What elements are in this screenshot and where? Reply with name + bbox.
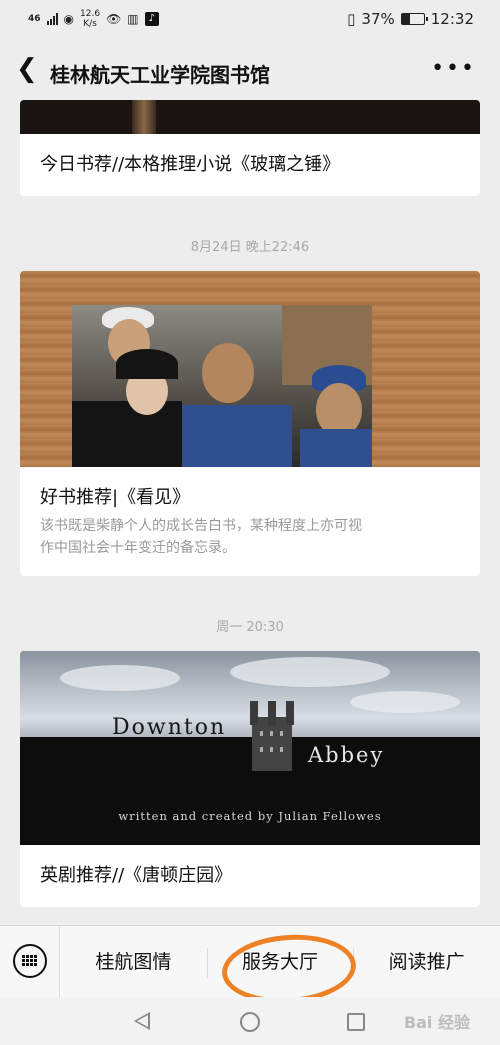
article-title: 今日书荐//本格推理小说《玻璃之锤》 xyxy=(40,154,341,175)
battery-percent: 37% xyxy=(361,10,395,28)
network-type: 46 xyxy=(28,13,41,24)
article-card-kanjian[interactable]: 好书推荐|《看见》 该书既是柴静个人的成长告白书，某种程度上亦可视 作中国社会十… xyxy=(20,271,480,576)
article-title: 好书推荐|《看见》 xyxy=(40,487,191,508)
menu-item-guihang-tuqing[interactable]: 桂航图情 xyxy=(60,926,207,998)
status-left: 46 ◉ 12.6 K/s 👁 ▥ ♪ xyxy=(28,9,159,29)
eye-icon: 👁 xyxy=(106,12,122,26)
battery-fill xyxy=(401,14,410,24)
nav-home-icon[interactable] xyxy=(240,1012,260,1032)
menu-item-reading-promotion[interactable]: 阅读推广 xyxy=(353,926,500,998)
clock: 12:32 xyxy=(430,10,474,28)
article-cover-image xyxy=(20,100,480,134)
timestamp: 8月24日 晚上22:46 xyxy=(190,240,310,255)
timestamp: 周一 20:30 xyxy=(216,620,284,635)
tiktok-icon: ♪ xyxy=(144,12,159,26)
page-title: 桂林航天工业学院图书馆 xyxy=(50,63,270,87)
article-card-downton-abbey[interactable]: Downton Abbey written and created by Jul… xyxy=(20,651,480,907)
keyboard-icon xyxy=(13,943,47,978)
back-icon[interactable]: ❮ xyxy=(16,56,38,82)
article-summary-line-1: 该书既是柴静个人的成长告白书，某种程度上亦可视 xyxy=(40,518,362,534)
watermark: Bai 经验 xyxy=(403,1013,470,1032)
cover-title-word-1: Downton xyxy=(112,715,227,740)
signal-icon xyxy=(46,13,58,25)
vibrate-icon: ▯ xyxy=(347,10,356,28)
books-icon: ▥ xyxy=(127,12,139,26)
book-photo xyxy=(72,305,372,467)
cover-title-word-2: Abbey xyxy=(308,743,385,767)
battery-icon xyxy=(400,13,428,25)
keyboard-toggle-button[interactable] xyxy=(0,925,60,998)
chat-header: ❮ 桂林航天工业学院图书馆 ••• xyxy=(0,42,500,100)
wifi-icon: ◉ xyxy=(63,12,75,26)
article-cover-image xyxy=(20,271,480,467)
speed-value: 12.6 xyxy=(80,9,101,19)
castle-icon xyxy=(246,701,298,771)
article-summary-line-2: 作中国社会十年变迁的备忘录。 xyxy=(40,540,236,556)
menu-item-service-hall[interactable]: 服务大厅 xyxy=(206,926,354,998)
system-nav-bar: Bai 经验 xyxy=(0,997,500,1045)
status-bar: 46 ◉ 12.6 K/s 👁 ▥ ♪ ▯ 37% 12:32 xyxy=(0,0,500,42)
network-speed: 12.6 K/s xyxy=(80,9,100,29)
bottom-menu: 桂航图情 服务大厅 阅读推广 xyxy=(0,925,500,998)
article-cover-image: Downton Abbey written and created by Jul… xyxy=(20,651,480,845)
status-right: ▯ 37% 12:32 xyxy=(347,10,474,28)
article-title: 英剧推荐//《唐顿庄园》 xyxy=(40,865,233,886)
article-card-glass-hammer[interactable]: 今日书荐//本格推理小说《玻璃之锤》 xyxy=(20,100,480,196)
message-feed[interactable]: 今日书荐//本格推理小说《玻璃之锤》 8月24日 晚上22:46 好书推荐|《看… xyxy=(0,100,500,925)
speed-unit: K/s xyxy=(83,19,97,29)
cover-credit: written and created by Julian Fellowes xyxy=(118,809,382,823)
nav-recents-icon[interactable] xyxy=(347,1013,365,1031)
more-icon[interactable]: ••• xyxy=(431,56,476,81)
